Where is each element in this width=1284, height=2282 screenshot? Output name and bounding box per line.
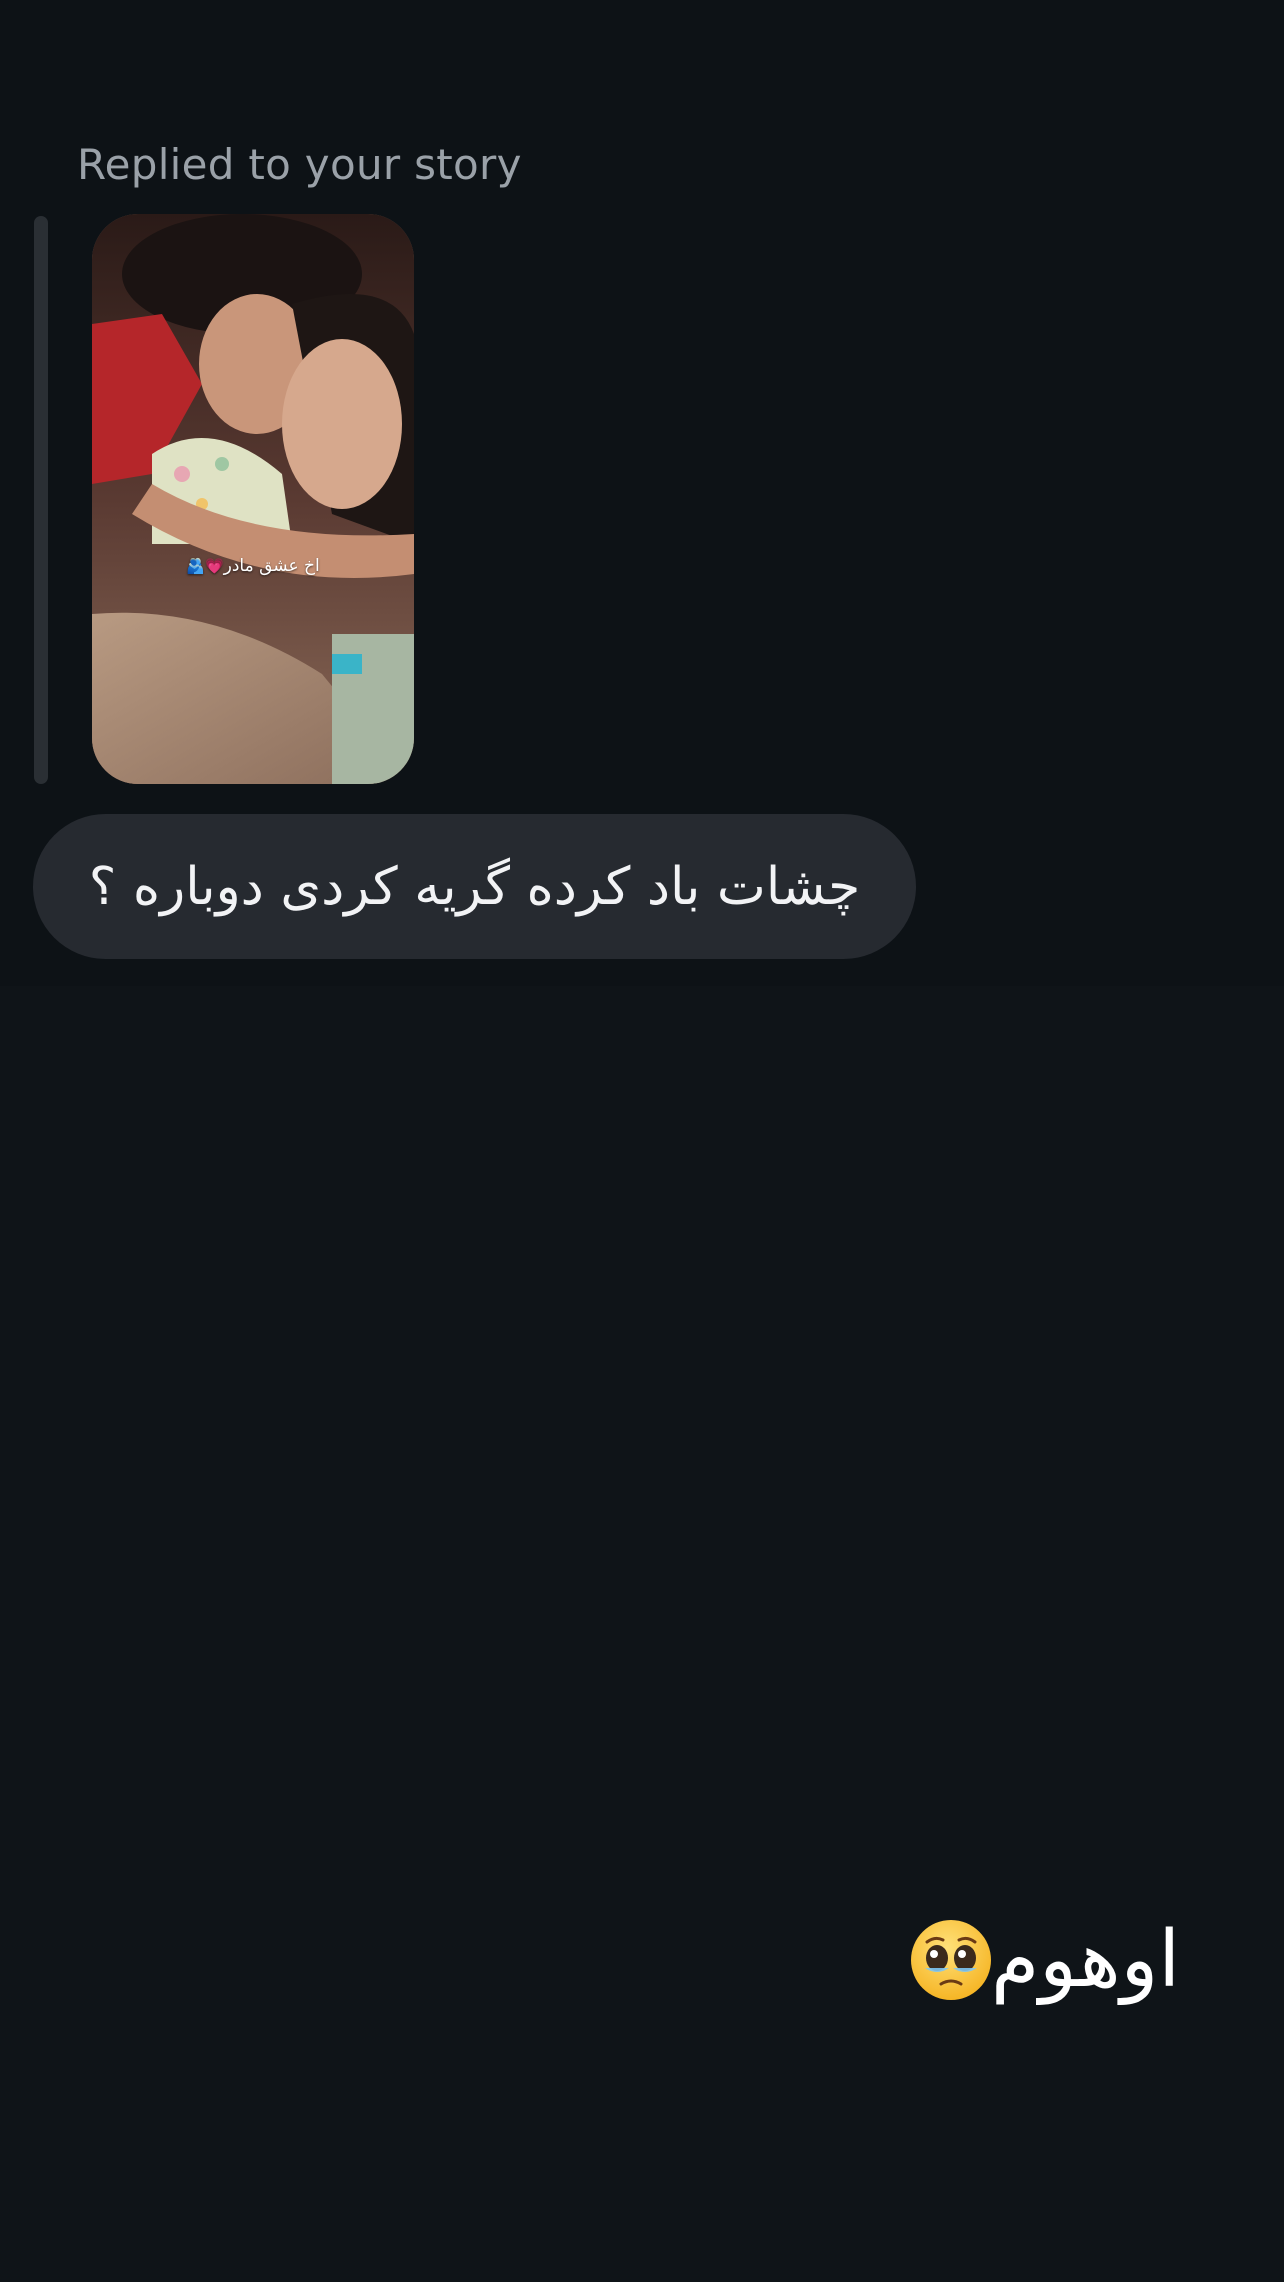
reply-quote-bar (34, 216, 48, 784)
sent-message[interactable]: اوهوم (860, 1900, 1180, 2020)
story-caption: اخ عشق مادر💗🫂 (92, 556, 414, 576)
story-photo (92, 214, 414, 784)
story-caption-text: اخ عشق مادر (223, 556, 320, 576)
pleading-face-with-tears-icon (910, 1920, 991, 2000)
story-caption-emoji: 💗🫂 (186, 557, 224, 575)
story-thumbnail[interactable]: اخ عشق مادر💗🫂 (92, 214, 414, 784)
replied-to-story-label: Replied to your story (77, 140, 522, 189)
received-message-text: چشات باد کرده گریه کردی دوباره ؟ (88, 856, 861, 917)
received-message-bubble[interactable]: چشات باد کرده گریه کردی دوباره ؟ (33, 814, 916, 959)
sent-message-text: اوهوم (990, 1915, 1180, 2005)
